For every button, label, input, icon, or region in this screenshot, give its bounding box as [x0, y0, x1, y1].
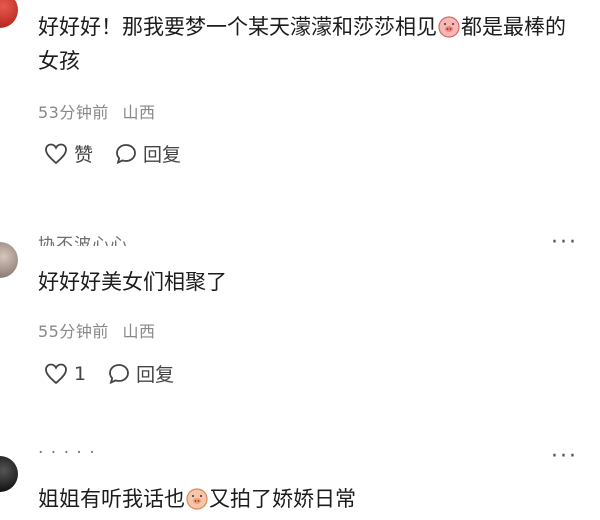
like-button[interactable]: 赞 — [44, 140, 93, 167]
comment-text-part: 又拍了娇娇日常 — [209, 487, 356, 511]
pig-emoji-icon — [186, 488, 208, 510]
comment-time: 53分钟前 — [38, 103, 109, 122]
reply-button[interactable]: 回复 — [108, 360, 174, 387]
reply-label: 回复 — [136, 364, 175, 386]
reply-label: 回复 — [143, 144, 182, 166]
comment-text: 姐姐有听我话也 又拍了娇娇日常 — [38, 482, 578, 516]
comment-actions: 1 回复 — [44, 360, 196, 387]
comment-username[interactable]: · · · · · — [38, 444, 96, 458]
comment-text: 好好好美女们相聚了 — [38, 270, 227, 294]
comment-location: 山西 — [122, 322, 156, 341]
more-options-icon[interactable]: ··· — [551, 446, 578, 468]
like-count: 1 — [74, 362, 87, 385]
like-button[interactable]: 1 — [44, 363, 86, 385]
avatar[interactable] — [0, 456, 18, 492]
comment-text-part: 姐姐有听我话也 — [38, 487, 185, 511]
reply-button[interactable]: 回复 — [115, 140, 181, 167]
comment-text: 好好好！那我要梦一个某天濛濛和莎莎相见 都是最棒的女孩 — [38, 10, 578, 78]
more-options-icon[interactable]: ··· — [551, 232, 578, 254]
avatar[interactable] — [0, 0, 18, 28]
pig-emoji-icon — [438, 16, 460, 38]
speech-bubble-icon — [109, 363, 129, 384]
heart-icon — [45, 363, 67, 384]
avatar[interactable] — [0, 242, 18, 278]
like-label: 赞 — [74, 144, 94, 166]
speech-bubble-icon — [116, 143, 136, 164]
comment-meta: 55分钟前 山西 — [38, 318, 155, 342]
heart-icon — [45, 143, 67, 164]
comment-meta: 53分钟前 山西 — [38, 99, 155, 123]
comment-text-part: 好好好！那我要梦一个某天濛濛和莎莎相见 — [38, 15, 437, 39]
comment-location: 山西 — [122, 103, 156, 122]
comment-time: 55分钟前 — [38, 322, 109, 341]
comment-username[interactable]: 协不波心心 — [38, 236, 128, 246]
comment-actions: 赞 回复 — [44, 140, 203, 167]
